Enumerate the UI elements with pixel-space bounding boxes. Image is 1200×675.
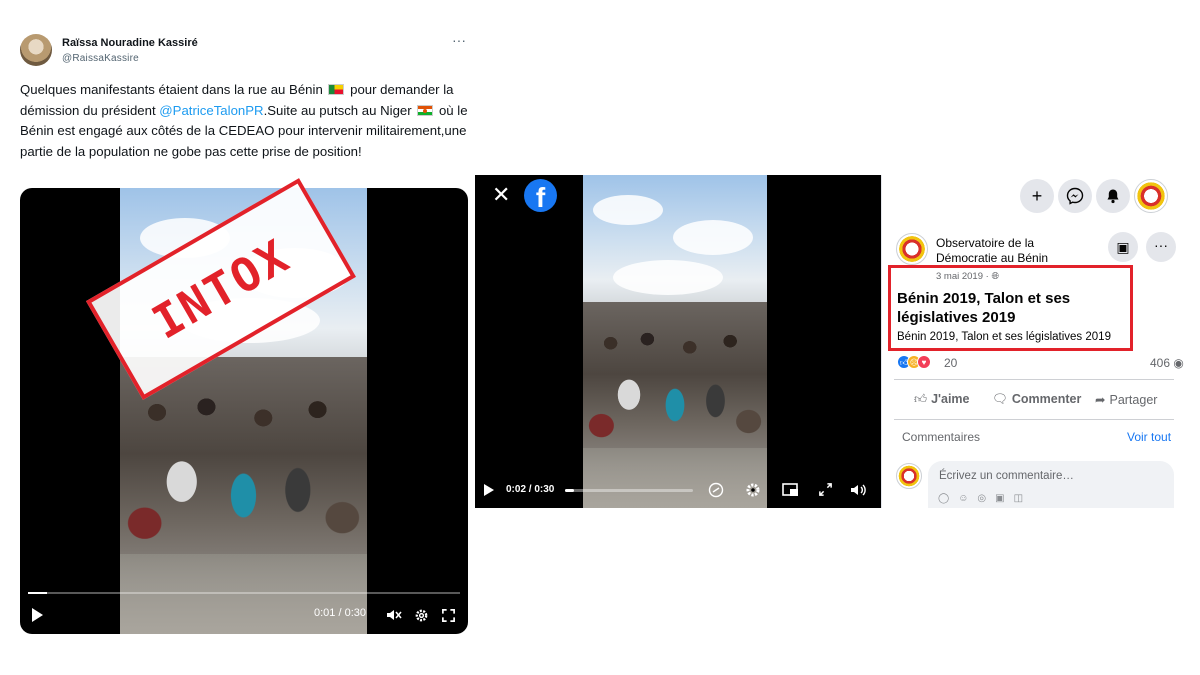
commenter-avatar: [896, 463, 922, 489]
more-options-icon[interactable]: ···: [452, 33, 466, 47]
settings-gear-icon[interactable]: [745, 482, 761, 501]
author-name[interactable]: Raïssa Nouradine Kassiré: [62, 37, 198, 49]
profile-avatar[interactable]: [1134, 179, 1168, 213]
eye-icon: ◉: [1173, 356, 1184, 370]
share-arrow-icon: ➦: [1095, 393, 1106, 407]
niger-flag-icon: [417, 104, 434, 116]
video-progress-bar[interactable]: [565, 489, 693, 492]
volume-icon[interactable]: [850, 482, 867, 501]
divider: [894, 379, 1174, 380]
messenger-icon[interactable]: [1058, 179, 1092, 213]
video-time: 0:02 / 0:30: [506, 484, 555, 495]
fullscreen-icon[interactable]: [818, 482, 833, 500]
page-name[interactable]: Observatoire de la Démocratie au Bénin: [936, 236, 1076, 266]
captions-icon[interactable]: [708, 482, 724, 501]
reaction-count: 20: [944, 356, 958, 370]
fullscreen-icon[interactable]: [441, 608, 456, 626]
video-progress-fill: [565, 489, 574, 492]
post-description: Bénin 2019, Talon et ses législatives 20…: [897, 331, 1111, 343]
facebook-post-sidebar: + Observatoire de la Démocratie au Bénin…: [881, 175, 1185, 508]
play-icon[interactable]: [32, 608, 43, 622]
like-button-label: J'aime: [931, 392, 970, 406]
facebook-video-player[interactable]: ✕ f 0:02 / 0:30: [475, 175, 881, 508]
author-avatar[interactable]: [20, 34, 52, 66]
tweet-text: Quelques manifestants étaient dans la ru…: [20, 80, 468, 162]
play-icon[interactable]: [484, 484, 494, 496]
mention-link[interactable]: @PatriceTalonPR: [159, 103, 263, 118]
comment-placeholder: Écrivez un commentaire…: [939, 470, 1074, 482]
benin-flag-icon: [328, 84, 345, 95]
share-button[interactable]: ➦ Partager: [1095, 392, 1157, 407]
tweet-text-part: .Suite au putsch au Niger: [263, 102, 416, 118]
like-button[interactable]: 👍︎ J'aime: [914, 392, 970, 407]
video-progress-bar[interactable]: [28, 592, 460, 594]
save-video-icon[interactable]: ▣: [1108, 232, 1138, 262]
comment-button[interactable]: 🗨︎ Commenter: [992, 392, 1081, 407]
settings-gear-icon[interactable]: [414, 608, 429, 626]
picture-in-picture-icon[interactable]: [782, 482, 799, 501]
video-progress-fill: [28, 592, 48, 594]
video-time: 0:01 / 0:30: [314, 607, 366, 619]
divider: [894, 419, 1174, 420]
create-plus-icon[interactable]: +: [1020, 179, 1054, 213]
comment-tools-icon[interactable]: ◯☺◎▣◫: [938, 493, 1032, 504]
view-count: 406 ◉: [1150, 356, 1184, 370]
see-all-link[interactable]: Voir tout: [1127, 430, 1171, 444]
more-options-icon[interactable]: ···: [1146, 232, 1176, 262]
video-frame-protest-crowd: [583, 175, 767, 508]
comment-button-label: Commenter: [1011, 392, 1082, 406]
post-title: Bénin 2019, Talon et ses législatives 20…: [897, 290, 1071, 326]
comment-bubble-icon: 🗨︎: [992, 392, 1008, 406]
comment-input[interactable]: Écrivez un commentaire… ◯☺◎▣◫: [928, 461, 1174, 508]
close-icon[interactable]: ✕: [492, 184, 510, 206]
notifications-bell-icon[interactable]: [1096, 179, 1130, 213]
facebook-video-view: ✕ f 0:02 / 0:30 + Observatoire de la Dém…: [475, 175, 1185, 508]
thumbs-up-icon: 👍︎: [914, 392, 928, 406]
mute-icon[interactable]: [386, 608, 402, 625]
tweet-text-part: Quelques manifestants étaient dans la ru…: [20, 82, 327, 97]
page-avatar[interactable]: [896, 233, 928, 265]
author-handle[interactable]: @RaissaKassire: [62, 53, 139, 64]
share-button-label: Partager: [1109, 393, 1158, 407]
view-count-text: 406: [1150, 356, 1171, 370]
facebook-logo-icon[interactable]: f: [524, 179, 557, 212]
love-reaction-icon: ♥: [917, 355, 931, 369]
comments-label: Commentaires: [902, 430, 981, 444]
